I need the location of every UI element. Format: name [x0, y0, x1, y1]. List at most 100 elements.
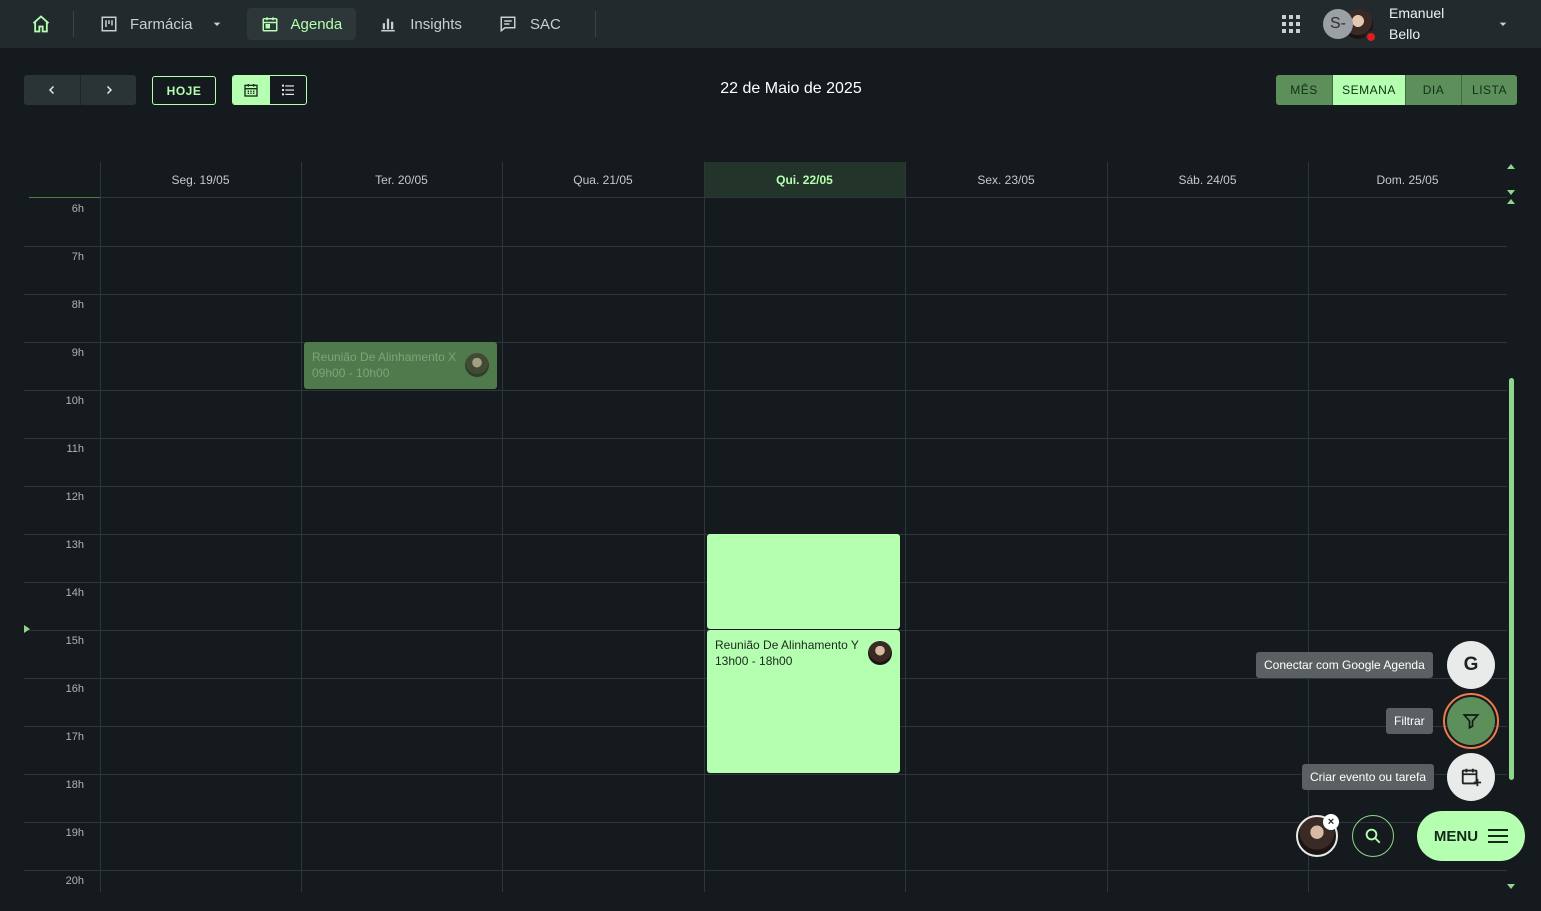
range-week-button[interactable]: SEMANA [1332, 75, 1405, 105]
search-button[interactable] [1352, 815, 1394, 857]
company-avatar[interactable]: S- [1323, 9, 1353, 39]
calendar-plus-icon [1461, 768, 1482, 787]
home-icon [32, 15, 50, 33]
hour-gridline [24, 390, 1507, 391]
day-header[interactable]: Ter. 20/05 [301, 162, 502, 198]
event-attendee-avatar [868, 641, 892, 665]
hour-gridline [24, 294, 1507, 295]
filter-tooltip: Filtrar [1386, 708, 1433, 734]
nav-insights-label: Insights [410, 15, 462, 33]
nav-agenda-label: Agenda [290, 15, 343, 33]
apps-grid-icon [1282, 15, 1300, 33]
search-icon [1365, 828, 1381, 844]
view-toggle [232, 75, 307, 105]
day-header[interactable]: Dom. 25/05 [1308, 162, 1507, 198]
hour-label: 18h [65, 779, 84, 791]
previous-button[interactable] [24, 75, 80, 105]
hour-label: 13h [65, 539, 84, 551]
calendar-icon [262, 17, 278, 32]
kanban-icon [101, 16, 117, 32]
google-connect-button[interactable]: G [1447, 641, 1495, 689]
nav-divider [73, 11, 74, 37]
list-view-button[interactable] [270, 76, 307, 104]
chevron-down-icon [1499, 22, 1507, 26]
event-block[interactable] [707, 534, 900, 629]
nav-sac[interactable]: SAC [484, 8, 575, 40]
hour-label: 15h [65, 635, 84, 647]
event-attendee-avatar [465, 353, 489, 377]
hour-label: 11h [66, 443, 84, 455]
bar-chart-icon [381, 18, 395, 32]
event-title: Reunião De Alinhamento Y [715, 638, 859, 652]
event-time: 13h00 - 18h00 [715, 654, 793, 668]
hour-label: 9h [71, 347, 84, 359]
chevron-left-icon [48, 85, 55, 95]
hour-label: 8h [71, 299, 84, 311]
hour-gridline [24, 822, 1507, 823]
user-name[interactable]: Emanuel Bello [1389, 3, 1479, 45]
home-button[interactable] [21, 4, 61, 44]
chevron-right-icon [106, 85, 112, 95]
hour-gridline [24, 246, 1507, 247]
scroll-up-arrow[interactable] [1507, 199, 1515, 204]
filter-button[interactable] [1443, 693, 1499, 749]
hour-label: 20h [65, 875, 84, 887]
day-gridline [502, 162, 503, 892]
nav-divider [594, 11, 596, 37]
hour-gridline [24, 774, 1507, 775]
day-gridline [1107, 162, 1108, 892]
today-button[interactable]: HOJE [152, 76, 216, 105]
calendar-grid-icon [244, 84, 258, 97]
hour-gridline [24, 486, 1507, 487]
filter-button-inner [1447, 697, 1495, 745]
day-header[interactable]: Sáb. 24/05 [1107, 162, 1308, 198]
range-month-button[interactable]: MÊS [1276, 75, 1332, 105]
scroll-down-arrow[interactable] [1507, 190, 1515, 195]
filter-icon [1462, 714, 1480, 730]
scroll-down-arrow[interactable] [1507, 884, 1515, 889]
range-list-button[interactable]: LISTA [1461, 75, 1517, 105]
calendar-event[interactable]: Reunião De Alinhamento Y 13h00 - 18h00 [707, 630, 900, 773]
hamburger-icon [1488, 829, 1509, 843]
day-gridline [301, 162, 302, 892]
scroll-up-arrow[interactable] [1507, 164, 1515, 169]
event-time: 09h00 - 10h00 [312, 366, 390, 380]
chevron-down-icon[interactable] [209, 16, 225, 32]
calendar-view-button[interactable] [233, 76, 270, 104]
day-gridline [704, 162, 705, 892]
hour-label: 7h [71, 251, 84, 263]
menu-button[interactable]: MENU [1417, 811, 1525, 861]
day-header[interactable]: Qui. 22/05 [704, 162, 905, 198]
nav-agenda[interactable]: Agenda [246, 8, 357, 40]
user-last-name: Bello [1389, 26, 1421, 42]
week-calendar[interactable]: Seg. 19/05 Ter. 20/05 Qua. 21/05 Qui. 22/05… [24, 162, 1507, 892]
hour-label: 12h [65, 491, 84, 503]
nav-sac-label: SAC [529, 15, 561, 33]
user-menu-toggle[interactable] [1483, 4, 1523, 44]
header-divider [100, 197, 1507, 198]
day-header[interactable]: Sex. 23/05 [905, 162, 1107, 198]
hour-label: 6h [71, 203, 84, 215]
user-area: S- Emanuel Bello [1271, 0, 1541, 48]
hour-label: 17h [65, 731, 84, 743]
hour-gridline [24, 438, 1507, 439]
day-header[interactable]: Seg. 19/05 [100, 162, 301, 198]
day-header[interactable]: Qua. 21/05 [502, 162, 704, 198]
hour-label: 10h [65, 395, 84, 407]
range-day-button[interactable]: DIA [1405, 75, 1461, 105]
create-event-button[interactable] [1447, 753, 1495, 801]
create-event-tooltip: Criar evento ou tarefa [1302, 764, 1435, 790]
day-gridline [905, 162, 906, 892]
menu-label: MENU [1433, 827, 1479, 845]
calendar-event[interactable]: Reunião De Alinhamento X 09h00 - 10h00 [304, 342, 497, 389]
google-icon: G [1463, 654, 1479, 675]
scrollbar-thumb[interactable] [1509, 378, 1514, 780]
nav-farmacia[interactable]: Farmácia [86, 8, 239, 40]
apps-button[interactable] [1271, 4, 1311, 44]
remove-user-filter-icon[interactable]: × [1323, 814, 1339, 830]
chat-icon [500, 16, 516, 33]
nav-insights[interactable]: Insights [364, 8, 476, 40]
range-selector: MÊS SEMANA DIA LISTA [1276, 75, 1517, 105]
hour-gridline [24, 870, 1507, 871]
next-button[interactable] [80, 75, 136, 105]
